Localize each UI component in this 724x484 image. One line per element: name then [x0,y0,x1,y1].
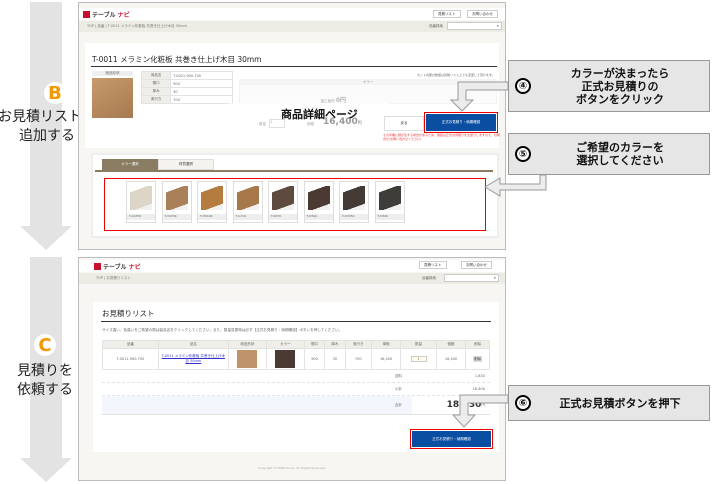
callout-step-5: ⑤ ご希望のカラーを 選択してください [508,133,710,175]
callout-step-4: ④ カラーが決まったら 正式お見積りの ボタンをクリック [508,60,710,112]
callout-step-6: ⑥ 正式お見積ボタンを押下 [508,385,710,421]
